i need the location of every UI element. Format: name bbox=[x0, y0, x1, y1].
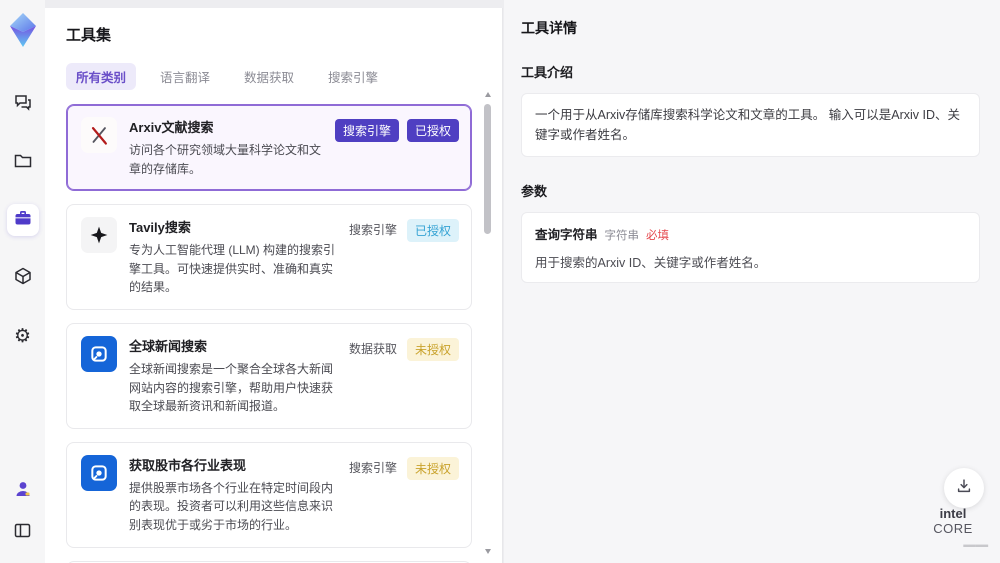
params-heading: 参数 bbox=[521, 184, 548, 199]
tool-card-stock-sectors[interactable]: 获取股市各行业表现 提供股票市场各个行业在特定时间段内的表现。投资者可以利用这些… bbox=[66, 441, 472, 548]
auth-status-badge: 未授权 bbox=[406, 456, 459, 480]
app-window: ⚙ 工具集 所有类别 语言翻译 数据获取 搜索引擎 Arxiv文献搜索 访问各个… bbox=[0, 0, 1000, 563]
tool-card-tavily[interactable]: Tavily搜索 专为人工智能代理 (LLM) 构建的搜索引擎工具。可快速提供实… bbox=[66, 204, 472, 310]
auth-status-badge: 已授权 bbox=[406, 119, 459, 142]
global-news-logo-icon bbox=[81, 335, 117, 372]
panel-toggle-icon bbox=[13, 521, 32, 545]
sidebar-item-collapse[interactable] bbox=[7, 517, 39, 549]
category-tabs: 所有类别 语言翻译 数据获取 搜索引擎 bbox=[66, 63, 472, 90]
tools-list: Arxiv文献搜索 访问各个研究领域大量科学论文和文章的存储库。 搜索引擎 已授… bbox=[66, 104, 472, 563]
sidebar-bottom bbox=[7, 475, 39, 563]
param-required-flag: 必填 bbox=[646, 230, 670, 242]
sidebar-item-settings[interactable]: ⚙ bbox=[7, 320, 39, 352]
gear-icon: ⚙ bbox=[13, 324, 32, 347]
tool-description: 全球新闻搜索是一个聚合全球各大新闻网站内容的搜索引擎，帮助用户快速获取全球最新资… bbox=[129, 361, 334, 414]
auth-status-badge: 已授权 bbox=[406, 219, 459, 243]
sidebar-item-tools[interactable] bbox=[6, 204, 39, 236]
cube-icon bbox=[13, 266, 33, 291]
intro-box: 一个用于从Arxiv存储库搜索科学论文和文章的工具。 输入可以是Arxiv ID… bbox=[521, 93, 980, 157]
tab-translation[interactable]: 语言翻译 bbox=[150, 63, 220, 90]
download-icon bbox=[955, 477, 973, 500]
tool-title: Tavily搜索 bbox=[129, 220, 191, 236]
param-name: 查询字符串 bbox=[535, 228, 598, 242]
scrollbar-thumb[interactable] bbox=[484, 104, 491, 234]
category-label: 搜索引擎 bbox=[348, 460, 397, 475]
list-scrollbar[interactable] bbox=[483, 92, 493, 554]
detail-title: 工具详情 bbox=[521, 20, 577, 36]
tab-data-fetch[interactable]: 数据获取 bbox=[234, 63, 304, 90]
category-label: 数据获取 bbox=[348, 341, 397, 356]
brand-core: CORE bbox=[933, 521, 973, 536]
sidebar-nav: ⚙ bbox=[6, 88, 39, 352]
tool-description: 专为人工智能代理 (LLM) 构建的搜索引擎工具。可快速提供实时、准确和真实的结… bbox=[129, 243, 336, 295]
intel-core-logo: intel CORE ▂▂▂▂ bbox=[918, 506, 988, 547]
download-button[interactable] bbox=[944, 468, 984, 508]
sidebar-item-profile[interactable] bbox=[7, 475, 39, 507]
brand-subtext: ▂▂▂▂ bbox=[963, 538, 988, 547]
tab-all-categories[interactable]: 所有类别 bbox=[66, 63, 137, 90]
app-logo bbox=[8, 12, 38, 48]
tool-card-arxiv[interactable]: Arxiv文献搜索 访问各个研究领域大量科学论文和文章的存储库。 搜索引擎 已授… bbox=[66, 104, 472, 192]
category-badge: 搜索引擎 bbox=[334, 119, 399, 142]
intro-text: 一个用于从Arxiv存储库搜索科学论文和文章的工具。 输入可以是Arxiv ID… bbox=[535, 108, 961, 142]
tool-description: 访问各个研究领域大量科学论文和文章的存储库。 bbox=[129, 143, 322, 176]
intro-heading: 工具介绍 bbox=[521, 65, 574, 80]
param-description: 用于搜索的Arxiv ID、关键字或作者姓名。 bbox=[535, 256, 767, 270]
arxiv-logo-icon bbox=[81, 117, 117, 153]
tool-detail-panel: 工具详情 工具介绍 一个用于从Arxiv存储库搜索科学论文和文章的工具。 输入可… bbox=[504, 0, 1000, 563]
scrollbar-down-arrow-icon[interactable] bbox=[485, 549, 491, 554]
tavily-star-logo-icon bbox=[81, 217, 117, 254]
brand-intel: intel bbox=[939, 506, 967, 521]
chat-icon bbox=[13, 92, 33, 117]
folder-icon bbox=[13, 150, 33, 175]
tool-title: 全球新闻搜索 bbox=[129, 338, 208, 354]
tools-list-panel: 工具集 所有类别 语言翻译 数据获取 搜索引擎 Arxiv文献搜索 访问各个研究… bbox=[45, 8, 503, 563]
tool-title: 获取股市各行业表现 bbox=[129, 457, 247, 473]
tool-title: Arxiv文献搜索 bbox=[129, 120, 214, 135]
tool-card-global-news[interactable]: 全球新闻搜索 全球新闻搜索是一个聚合全球各大新闻网站内容的搜索引擎，帮助用户快速… bbox=[66, 322, 472, 429]
user-avatar-icon bbox=[13, 479, 33, 504]
auth-status-badge: 未授权 bbox=[406, 337, 459, 361]
sidebar-item-files[interactable] bbox=[7, 146, 39, 178]
page-title: 工具集 bbox=[66, 27, 112, 44]
briefcase-icon bbox=[13, 208, 33, 233]
category-label: 搜索引擎 bbox=[348, 223, 397, 238]
scrollbar-up-arrow-icon[interactable] bbox=[485, 92, 491, 97]
stock-sector-logo-icon bbox=[81, 454, 117, 491]
left-sidebar: ⚙ bbox=[0, 0, 45, 563]
tool-description: 提供股票市场各个行业在特定时间段内的表现。投资者可以利用这些信息来识别表现优于或… bbox=[129, 480, 334, 532]
param-box: 查询字符串 字符串 必填 用于搜索的Arxiv ID、关键字或作者姓名。 bbox=[521, 212, 980, 283]
sidebar-item-chat[interactable] bbox=[7, 88, 39, 120]
param-type: 字符串 bbox=[604, 230, 640, 242]
sidebar-item-models[interactable] bbox=[7, 262, 39, 294]
tab-search-engine[interactable]: 搜索引擎 bbox=[318, 63, 388, 90]
